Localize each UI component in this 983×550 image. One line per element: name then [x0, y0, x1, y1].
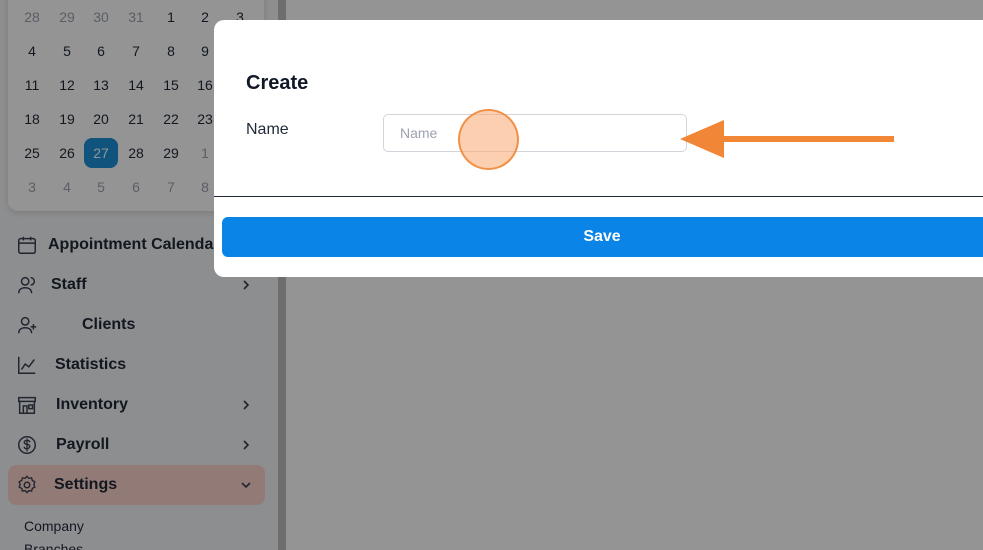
save-button[interactable]: Save [222, 217, 983, 257]
click-marker [458, 109, 519, 170]
arrow-left-icon [680, 120, 894, 158]
modal-title: Create [246, 72, 309, 94]
name-label: Name [246, 121, 289, 138]
name-input[interactable] [383, 114, 687, 152]
modal-divider [214, 196, 983, 197]
